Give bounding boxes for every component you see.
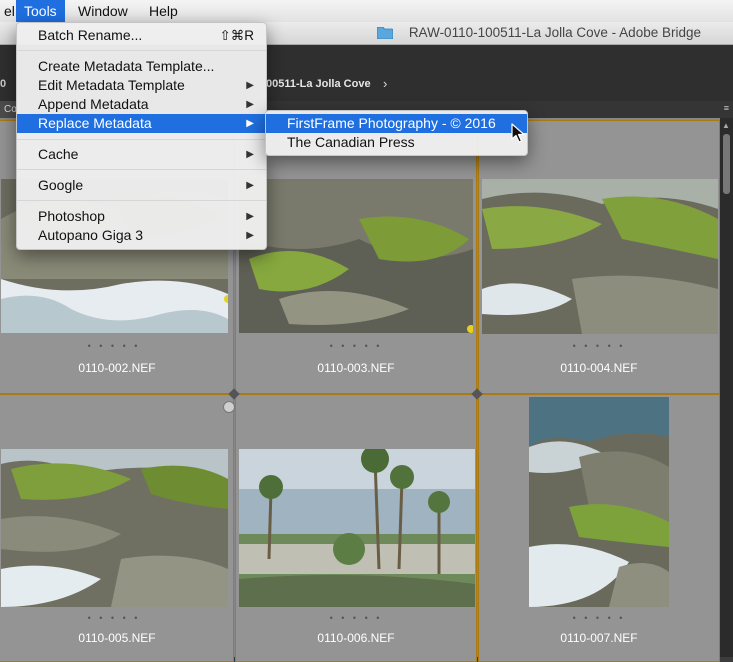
panel-menu-icon[interactable]: ≡	[724, 103, 729, 113]
thumbnail-cell[interactable]: • • • • • 0110-007.NEF	[478, 394, 720, 662]
submenu-arrow-icon: ▶	[246, 118, 254, 129]
menu-item-replace-metadata[interactable]: Replace Metadata ▶	[17, 114, 266, 133]
thumbnail-image[interactable]	[529, 397, 669, 607]
thumbnail-filename: 0110-005.NEF	[78, 631, 156, 645]
thumbnail-image[interactable]	[239, 179, 473, 333]
content-scrollbar[interactable]: ▲	[720, 118, 733, 657]
menu-window[interactable]: Window	[70, 0, 136, 22]
rating-dots[interactable]: • • • • •	[479, 613, 719, 623]
thumbnail-filename: 0110-003.NEF	[317, 361, 395, 375]
menu-tools[interactable]: Tools	[16, 0, 65, 22]
menu-item-canadian-press-template[interactable]: The Canadian Press	[266, 133, 527, 152]
menu-item-cache[interactable]: Cache ▶	[17, 145, 266, 164]
thumbnail-filename: 0110-006.NEF	[317, 631, 395, 645]
menu-item-label: Edit Metadata Template	[38, 77, 185, 93]
menu-item-label: Cache	[38, 146, 79, 162]
scroll-up-icon[interactable]: ▲	[722, 121, 730, 130]
rating-dots[interactable]: • • • • •	[0, 613, 233, 623]
thumbnail-filename: 0110-002.NEF	[78, 361, 156, 375]
thumbnail-cell[interactable]: • • • • • 0110-004.NEF	[478, 120, 720, 394]
folder-icon	[377, 27, 393, 39]
shortcut-label: ⇧⌘R	[219, 28, 254, 43]
menu-item-label: Replace Metadata	[38, 115, 152, 131]
thumbnail-image[interactable]	[1, 449, 228, 607]
menu-bar: el Tools Window Help	[0, 0, 733, 23]
menu-item-edit-metadata-template[interactable]: Edit Metadata Template ▶	[17, 76, 266, 95]
menu-separator	[17, 139, 266, 140]
submenu-arrow-icon: ▶	[246, 230, 254, 241]
menu-item-firstframe-template[interactable]: FirstFrame Photography - © 2016	[266, 114, 527, 133]
rating-dots[interactable]: • • • • •	[0, 341, 233, 351]
menu-item-photoshop[interactable]: Photoshop ▶	[17, 207, 266, 226]
window-title: RAW-0110-100511-La Jolla Cove - Adobe Br…	[408, 25, 701, 40]
submenu-arrow-icon: ▶	[246, 80, 254, 91]
scroll-thumb[interactable]	[723, 134, 730, 194]
stack-toggle-icon[interactable]	[223, 401, 235, 413]
thumbnail-image[interactable]	[239, 449, 475, 607]
submenu-arrow-icon: ▶	[246, 180, 254, 191]
thumbnail-cell[interactable]: • • • • • 0110-006.NEF	[235, 394, 477, 662]
thumbnail-cell[interactable]: • • • • • 0110-003.NEF	[235, 120, 477, 394]
path-segment-current[interactable]: 00511-La Jolla Cove	[266, 78, 371, 90]
menu-item-google[interactable]: Google ▶	[17, 176, 266, 195]
submenu-arrow-icon: ▶	[246, 99, 254, 110]
submenu-arrow-icon: ▶	[246, 211, 254, 222]
replace-metadata-submenu: FirstFrame Photography - © 2016 The Cana…	[265, 110, 528, 156]
tools-menu: Batch Rename... ⇧⌘R Create Metadata Temp…	[16, 22, 267, 250]
menu-item-label: Batch Rename...	[38, 27, 143, 43]
thumbnail-image[interactable]	[482, 179, 718, 334]
menu-item-append-metadata[interactable]: Append Metadata ▶	[17, 95, 266, 114]
menu-item-batch-rename[interactable]: Batch Rename... ⇧⌘R	[17, 26, 266, 45]
thumbnail-filename: 0110-007.NEF	[560, 631, 638, 645]
path-chevron-icon[interactable]: ›	[383, 76, 387, 91]
thumbnail-filename: 0110-004.NEF	[560, 361, 638, 375]
rating-dots[interactable]: • • • • •	[236, 341, 476, 351]
menu-item-label: Google	[38, 177, 84, 193]
arrow-cursor-icon	[511, 123, 525, 143]
menu-separator	[17, 50, 266, 51]
menu-item-label: FirstFrame Photography - © 2016	[287, 115, 496, 131]
menu-item-autopano-giga[interactable]: Autopano Giga 3 ▶	[17, 226, 266, 245]
menu-item-label: The Canadian Press	[287, 134, 415, 150]
submenu-arrow-icon: ▶	[246, 149, 254, 160]
menu-separator	[17, 169, 266, 170]
rating-dots[interactable]: • • • • •	[479, 341, 719, 351]
menu-help[interactable]: Help	[141, 0, 186, 22]
menu-item-label: Photoshop	[38, 208, 105, 224]
menu-separator	[17, 200, 266, 201]
menu-item-label: Autopano Giga 3	[38, 227, 144, 243]
menu-item-label: Append Metadata	[38, 96, 149, 112]
rating-dots[interactable]: • • • • •	[236, 613, 476, 623]
thumbnail-cell[interactable]: • • • • • 0110-005.NEF	[0, 394, 235, 662]
path-segment-partial[interactable]: 0	[0, 78, 6, 90]
menu-item-create-metadata-template[interactable]: Create Metadata Template...	[17, 57, 266, 76]
menu-item-label: Create Metadata Template...	[38, 58, 215, 74]
